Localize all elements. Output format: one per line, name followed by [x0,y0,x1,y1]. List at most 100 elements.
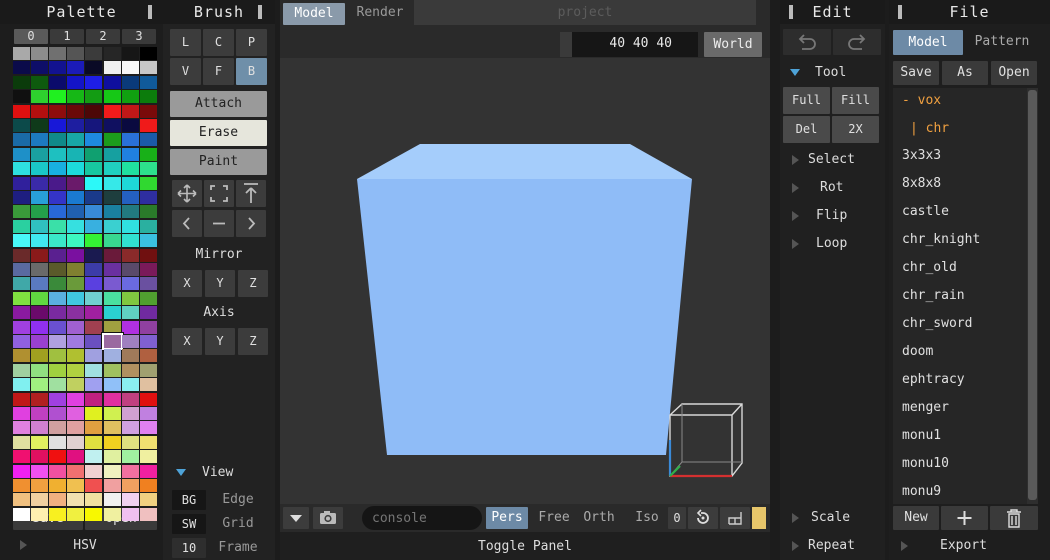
palette-swatch[interactable] [13,234,30,248]
palette-swatch[interactable] [67,507,85,521]
next-button[interactable] [236,210,266,237]
palette-swatch[interactable] [139,435,157,449]
brush-mode-l[interactable]: L [170,29,201,56]
palette-swatch[interactable] [31,263,49,276]
palette-swatch[interactable] [121,435,139,449]
palette-swatch[interactable] [85,162,103,176]
palette-swatch[interactable] [13,90,30,104]
file-item[interactable]: menger [902,394,949,422]
palette-swatch[interactable] [67,263,85,276]
palette-swatch[interactable] [121,219,139,233]
palette-swatch[interactable] [139,507,157,521]
palette-swatch[interactable] [139,219,157,233]
new-file-button[interactable]: New [893,506,939,530]
palette-swatch[interactable] [121,291,139,305]
palette-swatch[interactable] [85,133,103,147]
palette-swatch[interactable] [85,435,103,449]
palette-swatch[interactable] [49,75,67,89]
attach-button[interactable]: Attach [170,91,267,117]
section-rot[interactable]: Rot [820,180,843,195]
palette-swatch[interactable] [67,435,85,449]
palette-swatch[interactable] [121,75,139,89]
palette-swatch[interactable] [31,75,49,89]
file-grip-icon[interactable] [898,5,902,19]
camera-mode-orth[interactable]: Orth [578,507,620,529]
palette-swatch[interactable] [85,450,103,464]
palette-swatch[interactable] [103,119,121,132]
palette-swatch[interactable] [103,191,121,204]
palette-swatch[interactable] [121,104,139,118]
palette-swatch[interactable] [67,147,85,161]
palette-swatch[interactable] [121,205,139,219]
file-item[interactable]: chr_sword [902,310,972,338]
palette-swatch[interactable] [85,277,103,291]
palette-swatch[interactable] [49,104,67,118]
tool-button-del[interactable]: Del [783,116,830,143]
palette-swatch[interactable] [121,349,139,363]
export-label[interactable]: Export [940,538,987,553]
file-item[interactable]: 3x3x3 [902,142,941,170]
palette-swatch[interactable] [31,306,49,320]
palette-swatch[interactable] [121,47,139,60]
brush-grip-icon[interactable] [258,5,262,19]
palette-swatch[interactable] [139,263,157,276]
file-item[interactable]: chr_rain [902,282,965,310]
palette-swatch[interactable] [13,464,30,478]
palette-swatch[interactable] [67,335,85,348]
view-key-0[interactable]: BG [172,490,206,510]
palette-swatch[interactable] [103,248,121,262]
palette-swatch[interactable] [85,306,103,320]
palette-swatch[interactable] [121,507,139,521]
palette-swatch[interactable] [103,133,121,147]
palette-swatch[interactable] [49,263,67,276]
palette-swatch[interactable] [31,291,49,305]
palette-swatch[interactable] [103,90,121,104]
palette-swatch[interactable] [85,47,103,60]
palette-swatch[interactable] [67,464,85,478]
palette-swatch[interactable] [67,133,85,147]
palette-swatch[interactable] [103,75,121,89]
palette-swatch[interactable] [31,234,49,248]
palette-swatch[interactable] [13,435,30,449]
palette-swatch[interactable] [139,191,157,204]
palette-swatch[interactable] [13,493,30,507]
palette-swatch[interactable] [49,493,67,507]
brush-mode-b[interactable]: B [236,58,267,85]
world-button[interactable]: World [704,32,762,57]
palette-swatch[interactable] [31,47,49,60]
palette-swatch[interactable] [85,407,103,420]
palette-swatch[interactable] [103,263,121,276]
palette-swatch[interactable] [31,378,49,392]
palette-swatch[interactable] [13,104,30,118]
palette-swatch[interactable] [139,407,157,420]
palette-swatch[interactable] [67,90,85,104]
palette-swatch[interactable] [103,421,121,435]
palette-swatch[interactable] [49,61,67,75]
palette-swatch[interactable] [139,306,157,320]
palette-swatch[interactable] [139,234,157,248]
file-item[interactable]: monu10 [902,450,949,478]
paint-button[interactable]: Paint [170,149,267,175]
palette-swatch[interactable] [67,61,85,75]
repeat-expand-icon[interactable] [792,541,799,551]
move-tool-button[interactable] [172,180,202,207]
tool-collapse-icon[interactable] [790,69,800,76]
repeat-label[interactable]: Repeat [808,538,855,553]
palette-swatch[interactable] [31,479,49,492]
palette-swatch[interactable] [49,349,67,363]
palette-swatch[interactable] [85,378,103,392]
palette-swatch[interactable] [121,421,139,435]
palette-swatch[interactable] [31,104,49,118]
palette-swatch[interactable] [103,320,121,334]
palette-swatch[interactable] [103,507,121,521]
tool-label[interactable]: Tool [815,65,846,80]
palette-swatch[interactable] [49,90,67,104]
palette-swatch[interactable] [49,133,67,147]
palette-swatch[interactable] [49,378,67,392]
palette-swatch[interactable] [139,119,157,132]
palette-swatch[interactable] [103,407,121,420]
view-key-1[interactable]: SW [172,514,206,534]
palette-swatch[interactable] [103,435,121,449]
palette-swatch[interactable] [31,119,49,132]
file-item[interactable]: chr_knight [902,226,980,254]
